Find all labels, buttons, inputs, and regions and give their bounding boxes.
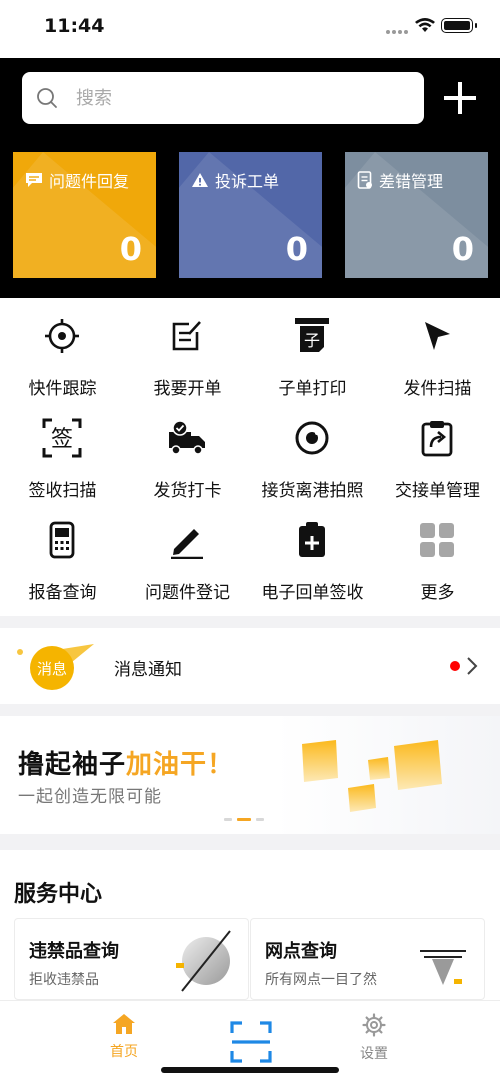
feature-sub-print[interactable]: 子 子单打印 (250, 298, 375, 399)
document-icon (357, 171, 372, 189)
outlet-query[interactable]: 网点查询 所有网点一目了然 (250, 918, 485, 1000)
feature-send-scan[interactable]: 发件扫描 (375, 298, 500, 399)
service-card-subtitle: 拒收违禁品 (29, 972, 99, 988)
tab-label: 设置 (360, 1046, 388, 1062)
feature-label: 更多 (420, 583, 455, 603)
card-count: 0 (451, 230, 474, 268)
calculator-icon (49, 521, 75, 559)
clipboard-share-icon (421, 421, 453, 457)
search-icon (37, 88, 57, 108)
feature-problem-register[interactable]: 问题件登记 (125, 502, 250, 603)
feature-label: 子单打印 (278, 379, 347, 399)
message-notice-row[interactable]: 消息 消息通知 (0, 628, 500, 704)
feature-label: 我要开单 (153, 379, 222, 399)
card-title: 差错管理 (379, 172, 444, 191)
clipboard-plus-icon (299, 522, 325, 557)
message-icon (26, 173, 42, 187)
feature-more[interactable]: 更多 (375, 502, 500, 603)
feature-label: 接货离港拍照 (261, 481, 364, 501)
feature-sign-scan[interactable]: 签 签收扫描 (0, 400, 125, 501)
prohibited-items-query[interactable]: 违禁品查询 拒收违禁品 (14, 918, 249, 1000)
banner-headline-b: 加油干！ (126, 750, 235, 780)
feature-report-query[interactable]: 报备查询 (0, 502, 125, 603)
card-complaint[interactable]: 投诉工单 0 (179, 152, 322, 278)
feature-handover-management[interactable]: 交接单管理 (375, 400, 500, 501)
banner-subline: 一起创造无限可能 (18, 787, 162, 807)
card-problem-reply[interactable]: 问题件回复 0 (13, 152, 156, 278)
card-title: 问题件回复 (49, 172, 130, 191)
feature-label: 交接单管理 (395, 481, 480, 501)
feature-port-photo[interactable]: 接货离港拍照 (250, 400, 375, 501)
cubes-illustration (302, 740, 442, 812)
signal-dots-icon (386, 30, 408, 34)
message-badge-icon: 消息 (17, 644, 94, 690)
card-count: 0 (119, 230, 142, 268)
pencil-icon (171, 529, 203, 559)
feature-label: 快件跟踪 (28, 379, 97, 399)
edit-form-icon (172, 321, 201, 351)
feature-create-order[interactable]: 我要开单 (125, 298, 250, 399)
tab-label: 首页 (110, 1044, 138, 1060)
printer-glyph: 子 (304, 331, 320, 350)
service-center: 服务中心 违禁品查询 拒收违禁品 网点查询 所有网点一目了然 (0, 850, 500, 1000)
feature-label: 问题件登记 (145, 583, 230, 603)
feature-label: 签收扫描 (28, 481, 97, 501)
warning-icon (192, 173, 208, 187)
battery-icon (441, 18, 477, 33)
service-title: 服务中心 (14, 882, 103, 907)
search-bar[interactable] (22, 72, 424, 124)
hero-section: 问题件回复 0 投诉工单 0 (0, 58, 500, 298)
feature-tracking[interactable]: 快件跟踪 (0, 298, 125, 399)
bottom-tab-bar: 首页 设置 (0, 1000, 500, 1081)
chevron-right-icon (467, 657, 478, 675)
status-bar: 11:44 (0, 0, 500, 58)
service-card-title: 网点查询 (265, 941, 337, 962)
feature-e-receipt-sign[interactable]: 电子回单签收 (250, 502, 375, 603)
banner-pager (224, 818, 264, 821)
home-icon (113, 1014, 135, 1034)
card-error-management[interactable]: 差错管理 0 (345, 152, 488, 278)
crosshair-icon (45, 319, 79, 353)
home-indicator (161, 1067, 339, 1073)
tab-settings[interactable]: 设置 (334, 1013, 414, 1063)
promo-banner[interactable]: 撸起袖子加油干！ 一起创造无限可能 (0, 716, 500, 834)
banner-headline: 撸起袖子加油干！ (18, 744, 234, 781)
search-input[interactable] (76, 82, 406, 114)
scan-button[interactable] (230, 1021, 272, 1063)
feature-label: 报备查询 (28, 583, 97, 603)
gear-icon (362, 1013, 386, 1037)
card-count: 0 (285, 230, 308, 268)
service-card-subtitle: 所有网点一目了然 (265, 972, 377, 988)
status-time: 11:44 (44, 15, 105, 37)
banner-headline-a: 撸起袖子 (18, 750, 127, 780)
feature-grid: 快件跟踪 我要开单 子 子单打印 发件扫描 签 签收扫描 发货打卡 接货离港拍照… (0, 298, 500, 616)
wifi-icon (415, 18, 435, 32)
card-title: 投诉工单 (215, 172, 280, 191)
svg-text:签: 签 (51, 427, 73, 452)
sign-scan-icon: 签 (42, 418, 82, 458)
more-grid-icon (420, 523, 454, 557)
feature-label: 发货打卡 (153, 481, 222, 501)
feature-ship-checkin[interactable]: 发货打卡 (125, 400, 250, 501)
location-pin-icon (420, 950, 466, 985)
add-button[interactable] (440, 78, 480, 118)
tab-home[interactable]: 首页 (84, 1013, 164, 1061)
notice-text: 消息通知 (114, 660, 182, 680)
camera-lens-icon (295, 421, 329, 455)
cursor-arrow-icon (425, 322, 450, 350)
unread-dot (450, 661, 460, 671)
truck-check-icon (169, 420, 205, 455)
message-badge-text: 消息 (37, 660, 67, 678)
prohibited-icon (176, 930, 231, 992)
feature-label: 电子回单签收 (261, 583, 364, 603)
feature-label: 发件扫描 (403, 379, 472, 399)
printer-icon: 子 (295, 318, 329, 352)
service-card-title: 违禁品查询 (29, 941, 119, 962)
